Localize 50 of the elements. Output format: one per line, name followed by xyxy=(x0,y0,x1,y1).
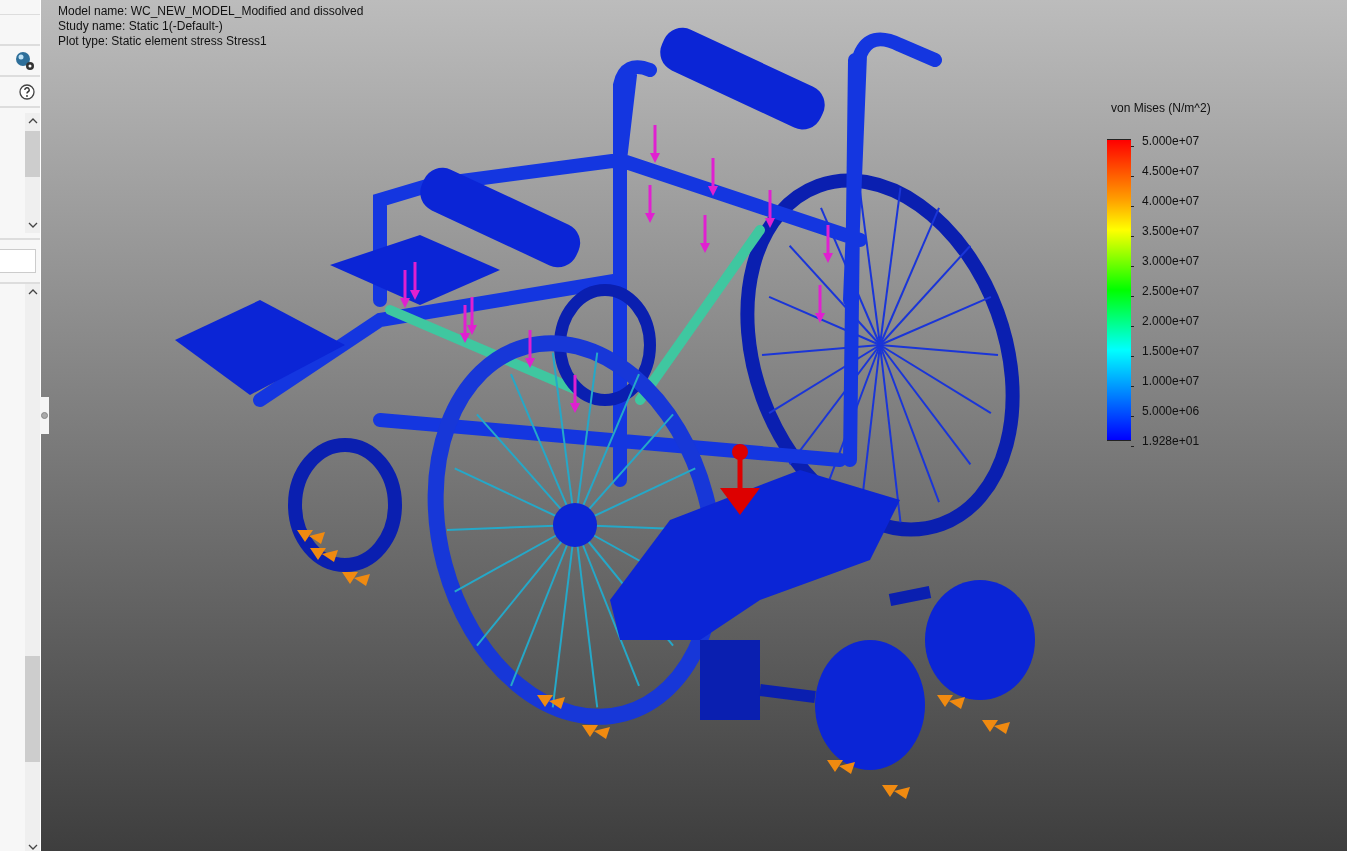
fixture-icon xyxy=(937,695,965,709)
legend-value: 1.928e+01 xyxy=(1142,434,1200,448)
legend-value: 1.500e+07 xyxy=(1142,344,1200,358)
legend-value: 3.500e+07 xyxy=(1142,224,1200,238)
chevron-down-icon[interactable] xyxy=(27,221,38,229)
force-arrow xyxy=(410,262,420,300)
fixture-icon xyxy=(297,530,325,544)
fixture-icon xyxy=(827,760,855,774)
force-arrow xyxy=(700,215,710,253)
force-arrow xyxy=(765,190,775,228)
scrollbar-thumb[interactable] xyxy=(25,656,40,762)
load-arrow xyxy=(720,444,760,515)
plot-info-text: Model name: WC_NEW_MODEL_Modified and dissolved xyxy=(58,4,364,19)
chevron-down-icon[interactable] xyxy=(27,843,38,851)
fixture-icon xyxy=(537,695,565,709)
force-arrow xyxy=(823,225,833,263)
force-arrow xyxy=(645,185,655,223)
force-arrow xyxy=(815,285,825,323)
force-arrow xyxy=(467,297,477,335)
collapse-handle[interactable] xyxy=(40,397,49,434)
scrollbar[interactable] xyxy=(25,113,40,233)
force-arrow xyxy=(460,305,470,343)
fixture-icon xyxy=(982,720,1010,734)
legend-value: 1.000e+07 xyxy=(1142,374,1200,388)
chevron-up-icon[interactable] xyxy=(27,288,38,296)
legend-value: 2.000e+07 xyxy=(1142,314,1200,328)
scrollbar-thumb[interactable] xyxy=(25,131,40,177)
settings-icon[interactable] xyxy=(15,50,35,71)
legend-value: 2.500e+07 xyxy=(1142,284,1200,298)
force-arrow xyxy=(650,125,660,163)
legend-value: 4.000e+07 xyxy=(1142,194,1200,208)
force-arrow xyxy=(400,270,410,308)
plot-info-text: Plot type: Static element stress Stress1 xyxy=(58,34,268,49)
force-arrow xyxy=(525,330,535,368)
legend-title: von Mises (N/m^2) xyxy=(1111,101,1211,115)
help-icon[interactable] xyxy=(19,83,35,100)
scrollbar[interactable] xyxy=(25,284,40,851)
legend-value: 5.000e+07 xyxy=(1142,134,1200,148)
fixture-icon xyxy=(342,572,370,586)
legend-value: 5.000e+06 xyxy=(1142,404,1200,418)
chevron-up-icon[interactable] xyxy=(27,117,38,125)
fixture-icon xyxy=(310,548,338,562)
legend-value: 4.500e+07 xyxy=(1142,164,1200,178)
plot-info-text: Study name: Static 1(-Default-) xyxy=(58,19,224,34)
input-field[interactable] xyxy=(0,249,36,273)
force-arrow xyxy=(570,375,580,413)
fixture-icon xyxy=(582,725,610,739)
legend-value: 3.000e+07 xyxy=(1142,254,1200,268)
fixture-icon xyxy=(882,785,910,799)
force-arrow xyxy=(708,158,718,196)
